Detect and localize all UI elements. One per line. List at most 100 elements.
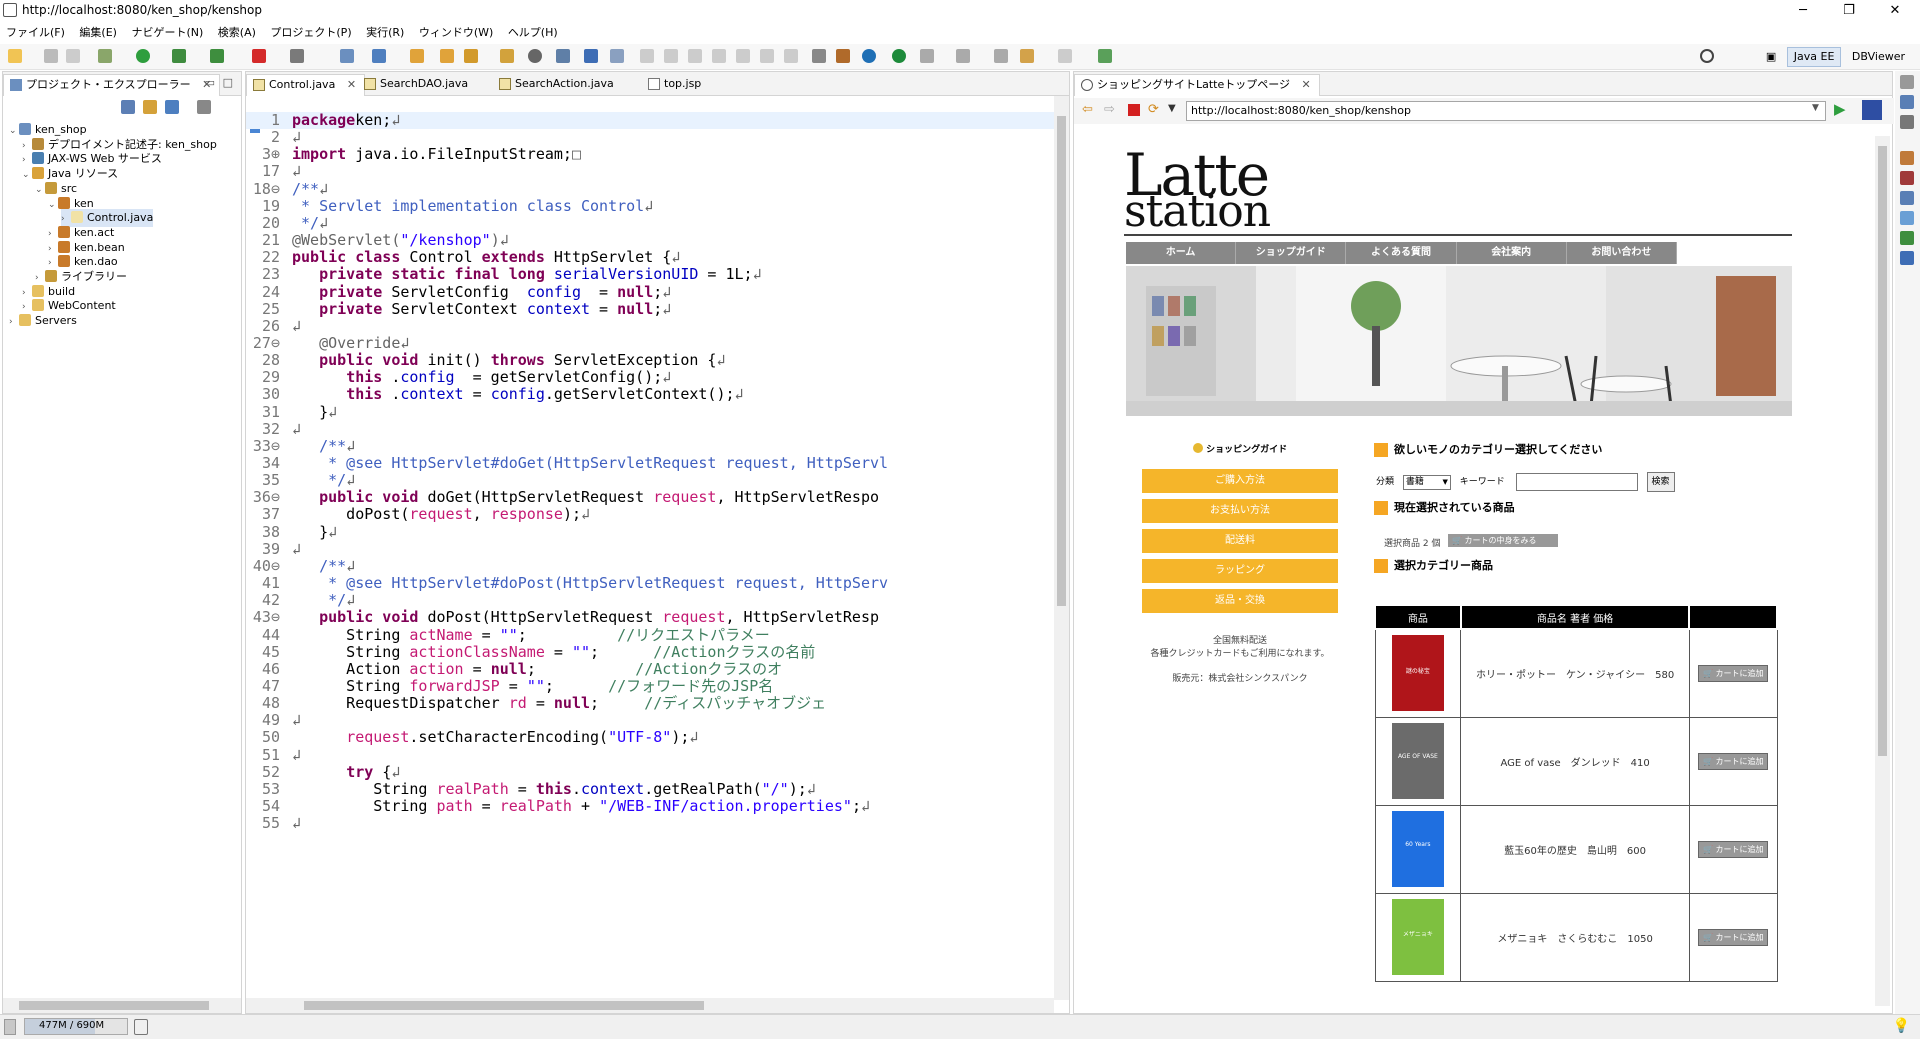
markers-view-icon[interactable] xyxy=(1900,151,1914,165)
code-line[interactable]: 52 try {↲ xyxy=(246,763,1056,781)
stop-server-icon[interactable] xyxy=(252,49,266,63)
code-line[interactable]: 54 String path = realPath + "/WEB-INF/ac… xyxy=(246,797,1056,815)
site-nav-item[interactable]: 会社案内 xyxy=(1457,242,1567,264)
code-line[interactable]: 37 doPost(request, response);↲ xyxy=(246,506,1056,523)
guide-payment[interactable]: お支払い方法 xyxy=(1142,499,1338,523)
skip-breakpoints-icon[interactable] xyxy=(640,49,654,63)
expanded-twisty-icon[interactable]: ⌄ xyxy=(22,166,32,184)
code-line[interactable]: 18⊖/**↲ xyxy=(246,180,1056,198)
book-cover-image[interactable]: AGE OF VASE xyxy=(1391,723,1444,799)
code-line[interactable]: 21 @WebServlet("/kenshop")↲ xyxy=(246,231,1056,249)
maximize-view-icon[interactable]: □ xyxy=(223,76,233,89)
resume-icon[interactable] xyxy=(664,49,678,63)
site-nav-item[interactable]: ショップガイド xyxy=(1236,242,1347,264)
code-line[interactable]: 23 private static final long serialVersi… xyxy=(246,266,1056,283)
menu-file[interactable]: ファイル(F) xyxy=(0,22,70,40)
pin-editor-icon[interactable] xyxy=(1098,49,1112,63)
step-into-icon[interactable] xyxy=(736,49,750,63)
category-select[interactable]: 書籍 ▼ xyxy=(1402,475,1451,490)
menu-navigate[interactable]: ナビゲート(N) xyxy=(125,22,208,40)
code-line[interactable]: 40⊖ /**↲ xyxy=(246,557,1056,575)
previous-annotation-icon[interactable] xyxy=(956,49,970,63)
last-edit-icon[interactable] xyxy=(994,49,1008,63)
open-resource-icon[interactable] xyxy=(440,49,454,63)
code-line[interactable]: 45 String actionClassName = ""; //Action… xyxy=(246,643,1056,661)
expanded-twisty-icon[interactable]: ⌄ xyxy=(9,122,19,140)
code-line[interactable]: 35 */↲ xyxy=(246,471,1056,489)
tree-item[interactable]: › Servers xyxy=(9,312,77,330)
editor-vscrollbar[interactable] xyxy=(1054,96,1069,1000)
book-cover-image[interactable]: 謎の秘宝 xyxy=(1391,635,1444,712)
debug-icon[interactable] xyxy=(98,49,112,63)
save-all-icon[interactable] xyxy=(66,49,80,63)
help-icon[interactable] xyxy=(862,49,876,63)
code-line[interactable]: 33⊖ /**↲ xyxy=(246,437,1056,455)
suspend-icon[interactable] xyxy=(688,49,702,63)
open-type-icon[interactable] xyxy=(410,49,424,63)
code-line[interactable]: 30 this .context = config.getServletCont… xyxy=(246,386,1056,403)
collapsed-twisty-icon[interactable]: › xyxy=(9,313,19,331)
garbage-collect-icon[interactable] xyxy=(134,1019,148,1035)
code-line[interactable]: 41 * @see HttpServlet#doPost(HttpServlet… xyxy=(246,574,1056,592)
editor-vscroll-thumb[interactable] xyxy=(1057,116,1066,606)
back-icon[interactable] xyxy=(1020,49,1034,63)
close-icon[interactable]: ✕ xyxy=(1302,78,1311,91)
editor-hscroll-thumb[interactable] xyxy=(304,1001,704,1010)
book-cover-image[interactable]: 60 Years xyxy=(1391,811,1444,887)
code-line[interactable]: 24 private ServletConfig config = null;↲ xyxy=(246,283,1056,301)
tab-top-jsp[interactable]: top.jsp xyxy=(642,74,709,96)
code-line[interactable]: 17 ↲ xyxy=(246,163,1056,180)
close-button[interactable]: ✕ xyxy=(1872,0,1918,22)
code-line[interactable]: 20 */↲ xyxy=(246,214,1056,232)
filter-icon[interactable] xyxy=(165,100,179,114)
code-line[interactable]: 27⊖ @Override↲ xyxy=(246,334,1056,352)
block-selection-icon[interactable] xyxy=(836,49,850,63)
view-menu-icon[interactable] xyxy=(197,100,211,114)
show-whitespace-icon[interactable] xyxy=(812,49,826,63)
code-line[interactable]: 55 ↲ xyxy=(246,814,1056,832)
new-server-icon[interactable] xyxy=(340,49,354,63)
new-icon[interactable] xyxy=(8,49,22,63)
code-line[interactable]: 31 }↲ xyxy=(246,403,1056,421)
run-icon[interactable] xyxy=(136,49,150,63)
tab-searchaction-java[interactable]: SearchAction.java xyxy=(493,74,622,96)
code-line[interactable]: 49 ↲ xyxy=(246,712,1056,729)
code-line[interactable]: 26 ↲ xyxy=(246,317,1056,335)
add-to-cart-button[interactable]: 🛒 カートに追加 xyxy=(1697,840,1769,858)
globe-icon[interactable] xyxy=(528,49,542,63)
perspective-dbviewer[interactable]: DBViewer xyxy=(1845,47,1912,67)
code-line[interactable]: 38 }↲ xyxy=(246,523,1056,541)
browser-vscrollbar[interactable] xyxy=(1875,136,1890,1006)
url-field[interactable]: http://localhost:8080/ken_shop/kenshop xyxy=(1186,101,1826,121)
explorer-hscroll-thumb[interactable] xyxy=(19,1001,209,1010)
datasource-view-icon[interactable] xyxy=(1900,211,1914,225)
code-line[interactable]: 32 ↲ xyxy=(246,420,1056,438)
open-external-browser-icon[interactable] xyxy=(1862,100,1882,120)
code-line[interactable]: 47 String forwardJSP = ""; //フォワード先のJSP名 xyxy=(246,677,1056,695)
save-icon[interactable] xyxy=(44,49,58,63)
console-view-icon[interactable] xyxy=(1900,251,1914,265)
minimize-view-icon[interactable]: ▭ xyxy=(205,76,215,89)
forward-icon[interactable]: ⇨ xyxy=(1104,102,1115,117)
menu-edit[interactable]: 編集(E) xyxy=(73,22,122,40)
forward-icon[interactable] xyxy=(1058,49,1072,63)
code-line[interactable]: 22 public class Control extends HttpServl… xyxy=(246,249,1056,266)
code-line[interactable]: 50 request.setCharacterEncoding("UTF-8")… xyxy=(246,729,1056,746)
search-button[interactable]: 検索 xyxy=(1646,472,1675,492)
new-class-icon[interactable] xyxy=(372,49,386,63)
explorer-hscrollbar[interactable] xyxy=(3,998,241,1013)
servers-view-icon[interactable] xyxy=(1900,191,1914,205)
book-cover-image[interactable]: メザニョキ xyxy=(1391,899,1444,975)
url-history-icon[interactable]: ▼ xyxy=(1812,103,1819,113)
back-icon[interactable]: ⇦ xyxy=(1082,102,1093,117)
refresh-icon[interactable]: ⟳ xyxy=(1148,102,1159,117)
collapse-all-icon[interactable] xyxy=(121,100,135,114)
toggle-breadcrumb-icon[interactable] xyxy=(584,49,598,63)
lightbulb-icon[interactable]: 💡 xyxy=(1893,1018,1910,1034)
code-line[interactable]: 39 ↲ xyxy=(246,540,1056,558)
open-perspective-icon[interactable]: ▣ xyxy=(1759,47,1783,67)
menu-window[interactable]: ウィンドウ(W) xyxy=(413,22,498,40)
editor-hscrollbar[interactable] xyxy=(246,998,1054,1013)
ant-icon[interactable] xyxy=(556,49,570,63)
go-icon[interactable]: ▶ xyxy=(1834,100,1846,118)
